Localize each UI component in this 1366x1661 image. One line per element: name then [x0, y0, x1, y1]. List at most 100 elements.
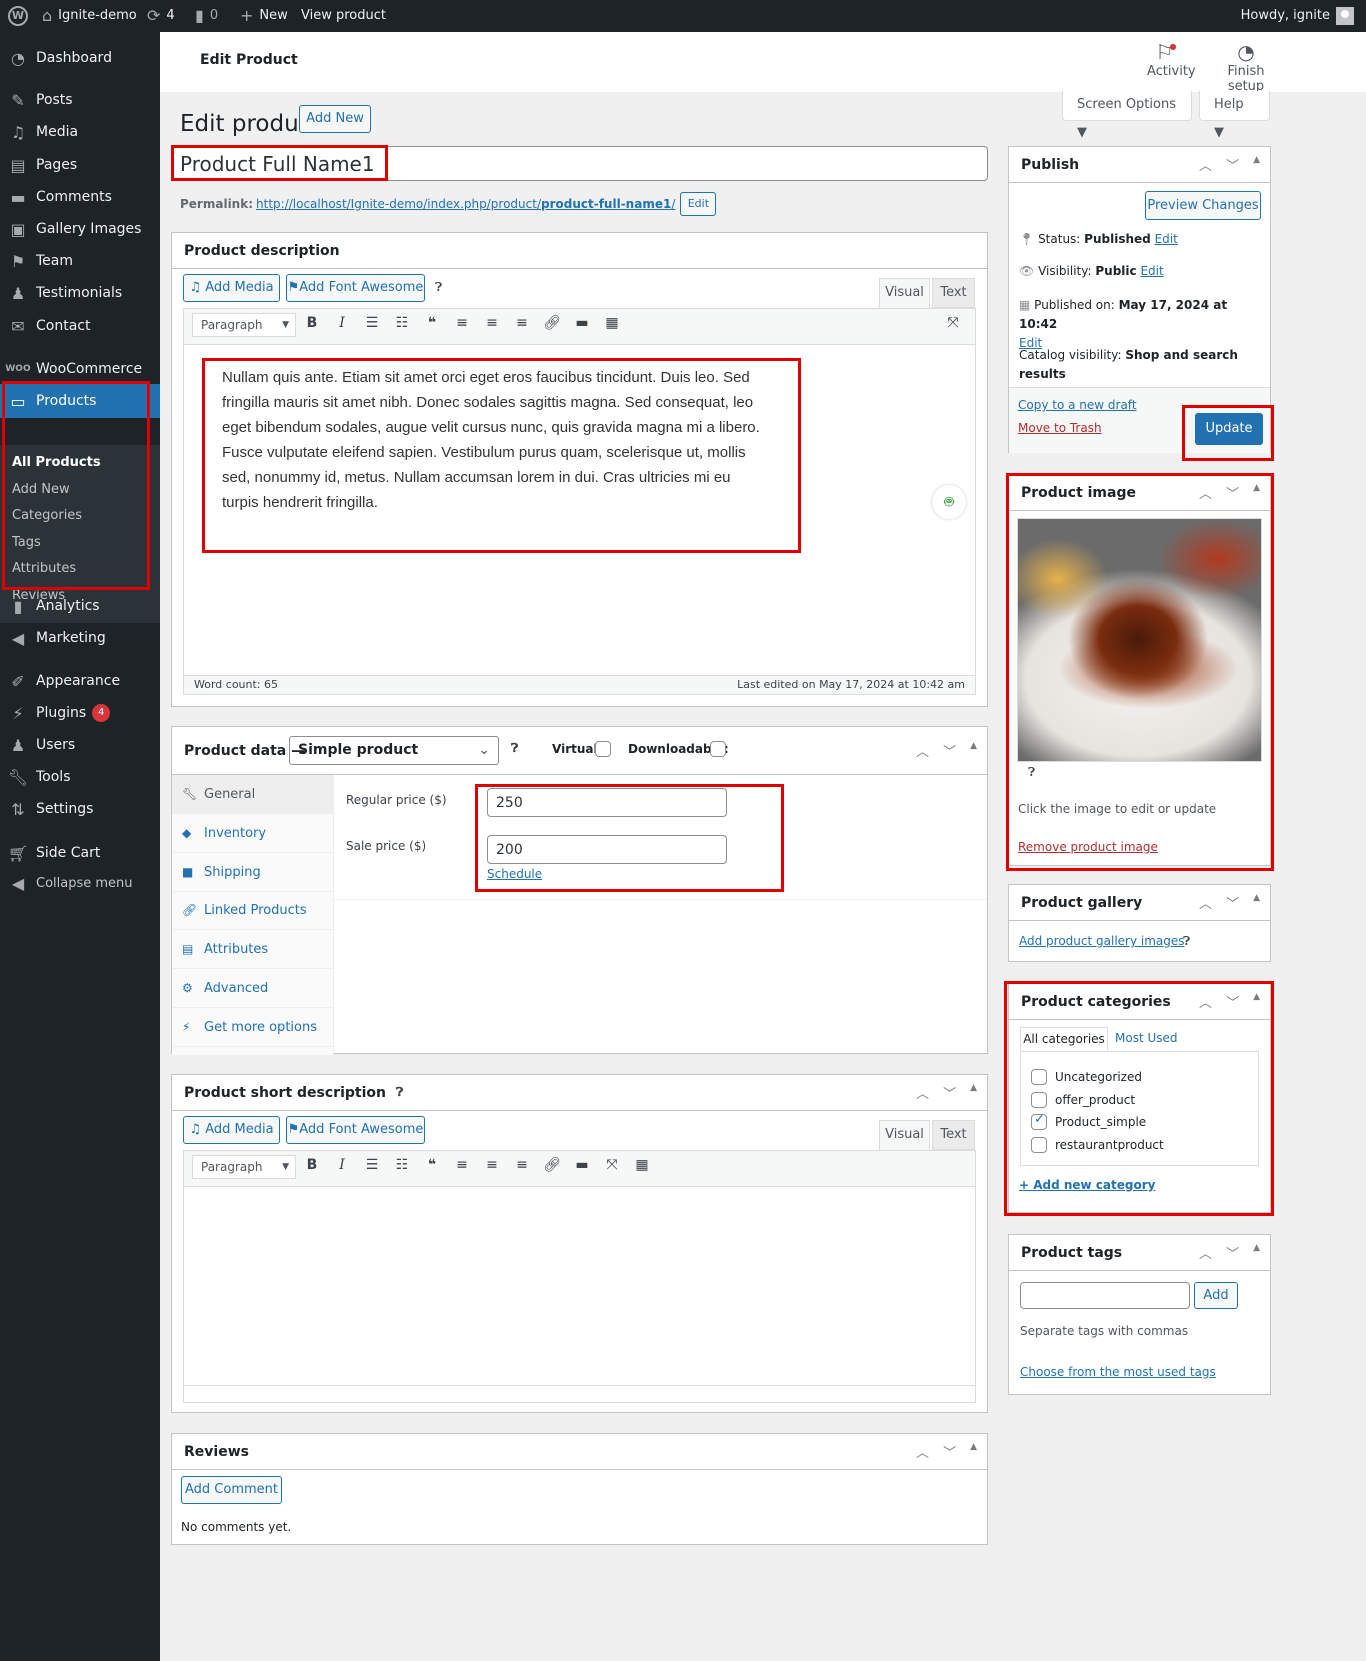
- help-button[interactable]: Help ▼: [1199, 91, 1270, 140]
- bold-icon[interactable]: B: [301, 315, 323, 331]
- move-down-icon[interactable]: ﹀: [943, 741, 956, 760]
- toggle-panel-icon[interactable]: ▲: [970, 1083, 977, 1102]
- move-down-icon[interactable]: ﹀: [1226, 155, 1239, 174]
- downloadable-checkbox[interactable]: [710, 741, 726, 757]
- move-down-icon[interactable]: ﹀: [1226, 1243, 1239, 1262]
- move-up-icon[interactable]: ︿: [1199, 1243, 1212, 1262]
- move-to-trash-link[interactable]: Move to Trash: [1018, 421, 1102, 435]
- sidebar-item-team[interactable]: ⚑ Team: [0, 244, 160, 278]
- category-item[interactable]: Product_simple: [1031, 1112, 1146, 1130]
- sidebar-item-appearance[interactable]: ✐ Appearance: [0, 664, 160, 698]
- description-editor[interactable]: Nullam quis ante. Etiam sit amet orci eg…: [183, 345, 976, 675]
- align-left-icon[interactable]: ≡: [451, 1157, 473, 1173]
- add-comment-button[interactable]: Add Comment: [181, 1476, 282, 1504]
- italic-icon[interactable]: I: [331, 315, 353, 331]
- toggle-panel-icon[interactable]: ▲: [1253, 992, 1260, 1011]
- comments-link[interactable]: ▮ 0: [195, 0, 218, 32]
- short-description-editor[interactable]: [183, 1187, 976, 1385]
- move-down-icon[interactable]: ﹀: [1226, 992, 1239, 1011]
- toolbar-toggle-icon[interactable]: ▦: [601, 315, 623, 331]
- toggle-panel-icon[interactable]: ▲: [970, 1442, 977, 1461]
- tab-text[interactable]: Text: [932, 278, 975, 308]
- sidebar-item-dashboard[interactable]: ◔ Dashboard: [0, 41, 160, 75]
- site-name-link[interactable]: ⌂ Ignite-demo: [42, 0, 137, 32]
- activity-button[interactable]: ⚐● Activity: [1147, 40, 1196, 79]
- edit-visibility-link[interactable]: Edit: [1140, 264, 1163, 278]
- sidebar-item-contact[interactable]: ✉ Contact: [0, 309, 160, 343]
- add-media-button[interactable]: ♫ Add Media: [183, 1116, 280, 1144]
- align-right-icon[interactable]: ≡: [511, 315, 533, 331]
- category-item[interactable]: Uncategorized: [1031, 1069, 1142, 1085]
- move-up-icon[interactable]: ︿: [916, 1083, 929, 1102]
- move-down-icon[interactable]: ﹀: [943, 1083, 956, 1102]
- bold-icon[interactable]: B: [301, 1157, 323, 1173]
- sidebar-item-settings[interactable]: ⇅ Settings: [0, 792, 160, 826]
- help-icon[interactable]: ❓︎: [1183, 934, 1190, 949]
- permalink-link[interactable]: http://localhost/Ignite-demo/index.php/p…: [256, 197, 675, 211]
- add-gallery-images-link[interactable]: Add product gallery images: [1019, 934, 1185, 948]
- move-up-icon[interactable]: ︿: [916, 741, 929, 760]
- sidebar-item-woocommerce[interactable]: WOO WooCommerce: [0, 352, 160, 386]
- view-product-link[interactable]: View product: [301, 0, 386, 32]
- tab-all-categories[interactable]: All categories: [1020, 1027, 1108, 1051]
- tab-text[interactable]: Text: [932, 1120, 975, 1150]
- bullet-list-icon[interactable]: ☰: [361, 315, 383, 331]
- submenu-categories[interactable]: Categories: [12, 508, 82, 523]
- sidebar-item-plugins[interactable]: ⚡ Plugins 4: [0, 696, 160, 730]
- tab-inventory[interactable]: ◆ Inventory: [172, 814, 334, 853]
- add-font-awesome-button[interactable]: ⚑Add Font Awesome: [286, 274, 425, 302]
- regular-price-input[interactable]: [487, 788, 727, 817]
- tab-most-used[interactable]: Most Used: [1115, 1031, 1178, 1045]
- toolbar-toggle-icon[interactable]: ▦: [631, 1157, 653, 1173]
- virtual-checkbox[interactable]: [595, 741, 611, 757]
- bullet-list-icon[interactable]: ☰: [361, 1157, 383, 1173]
- sidebar-item-gallery-images[interactable]: ▣ Gallery Images: [0, 212, 160, 246]
- numbered-list-icon[interactable]: ☷: [391, 1157, 413, 1173]
- toggle-panel-icon[interactable]: ▲: [1253, 1243, 1260, 1262]
- toggle-panel-icon[interactable]: ▲: [970, 741, 977, 760]
- tab-visual[interactable]: Visual: [879, 1120, 930, 1150]
- link-icon[interactable]: 🔗︎: [541, 315, 563, 331]
- help-icon[interactable]: ❓︎: [396, 1085, 403, 1100]
- remove-product-image-link[interactable]: Remove product image: [1018, 840, 1158, 854]
- tab-advanced[interactable]: ⚙ Advanced: [172, 969, 334, 1008]
- move-down-icon[interactable]: ﹀: [943, 1442, 956, 1461]
- link-icon[interactable]: 🔗︎: [541, 1157, 563, 1173]
- help-icon[interactable]: ❓︎: [511, 741, 518, 756]
- sidebar-item-media[interactable]: ♫ Media: [0, 115, 160, 149]
- move-up-icon[interactable]: ︿: [1199, 893, 1212, 912]
- sidebar-item-tools[interactable]: 🔧︎ Tools: [0, 760, 160, 794]
- collapse-menu-button[interactable]: ◀ Collapse menu: [0, 866, 160, 900]
- sidebar-item-products[interactable]: ▭ Products: [0, 384, 160, 418]
- tag-input[interactable]: [1020, 1282, 1190, 1309]
- numbered-list-icon[interactable]: ☷: [391, 315, 413, 331]
- sidebar-item-side-cart[interactable]: 🛒︎ Side Cart: [0, 836, 160, 870]
- tab-get-more-options[interactable]: ⚡ Get more options: [172, 1008, 334, 1047]
- tab-shipping[interactable]: ■ Shipping: [172, 853, 334, 892]
- read-more-icon[interactable]: ▬: [571, 1157, 593, 1173]
- choose-most-used-tags-link[interactable]: Choose from the most used tags: [1020, 1365, 1216, 1379]
- add-font-awesome-button[interactable]: ⚑Add Font Awesome: [286, 1116, 425, 1144]
- toggle-panel-icon[interactable]: ▲: [1253, 483, 1260, 502]
- toggle-panel-icon[interactable]: ▲: [1253, 893, 1260, 912]
- product-title-input[interactable]: [171, 146, 988, 181]
- format-select[interactable]: Paragraph ▼: [192, 1155, 296, 1179]
- edit-status-link[interactable]: Edit: [1155, 232, 1178, 246]
- my-account-link[interactable]: Howdy, ignite: [1241, 0, 1354, 32]
- sidebar-item-testimonials[interactable]: ♟ Testimonials: [0, 276, 160, 310]
- updates-link[interactable]: ⟳ 4: [147, 0, 175, 32]
- move-down-icon[interactable]: ﹀: [1226, 483, 1239, 502]
- update-button[interactable]: Update: [1195, 413, 1263, 445]
- schedule-link[interactable]: Schedule: [487, 867, 542, 881]
- move-down-icon[interactable]: ﹀: [1226, 893, 1239, 912]
- align-center-icon[interactable]: ≡: [481, 315, 503, 331]
- sidebar-item-marketing[interactable]: ◀ Marketing: [0, 621, 160, 655]
- finish-setup-button[interactable]: ◔ Finish setup: [1210, 40, 1282, 94]
- category-checkbox[interactable]: [1031, 1112, 1047, 1130]
- sidebar-item-comments[interactable]: ▬ Comments: [0, 180, 160, 214]
- read-more-icon[interactable]: ▬: [571, 315, 593, 331]
- wordpress-logo-icon[interactable]: W: [8, 0, 28, 32]
- preview-changes-button[interactable]: Preview Changes: [1145, 191, 1261, 220]
- add-new-category-link[interactable]: + Add new category: [1019, 1178, 1155, 1192]
- sidebar-item-analytics[interactable]: ▮ Analytics: [0, 589, 160, 623]
